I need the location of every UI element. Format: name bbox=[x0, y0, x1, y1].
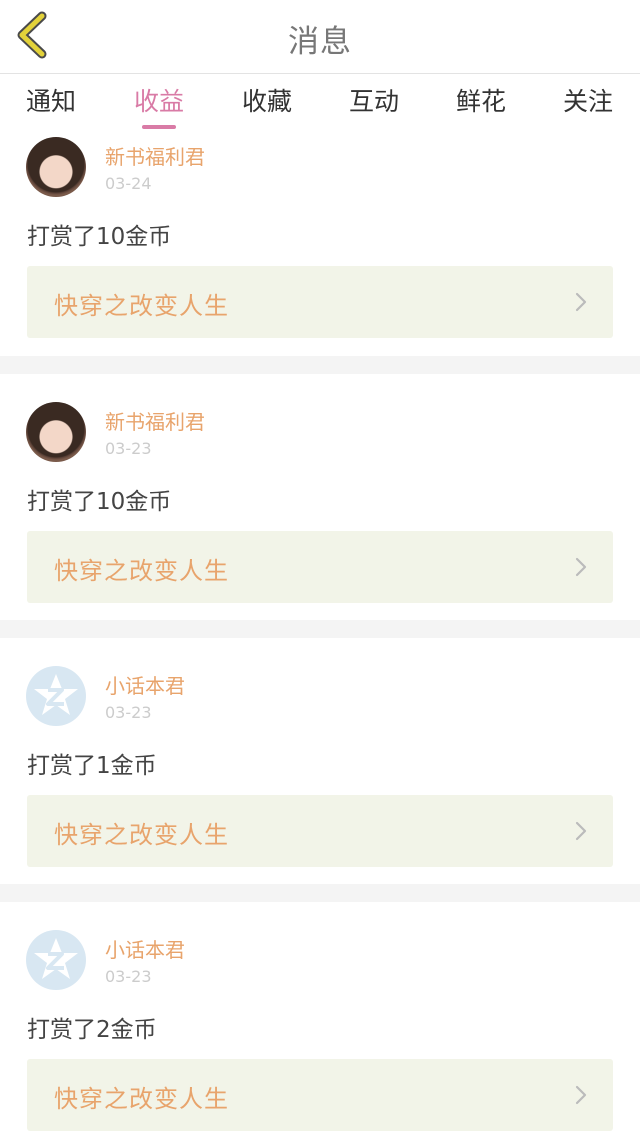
reward-text: 打赏了10金币 bbox=[27, 224, 172, 250]
chevron-right-icon bbox=[575, 821, 587, 841]
user-name[interactable]: 新书福利君 bbox=[105, 406, 205, 435]
book-title: 快穿之改变人生 bbox=[54, 821, 229, 849]
message-list: 新书福利君 03-24 打赏了10金币 快穿之改变人生 新书福利君 03-23 … bbox=[0, 131, 640, 1131]
message-date: 03-23 bbox=[105, 967, 152, 986]
tab-flowers[interactable]: 鲜花 bbox=[456, 85, 506, 119]
divider bbox=[0, 620, 640, 638]
tab-label: 通知 bbox=[26, 87, 77, 116]
divider bbox=[0, 884, 640, 902]
book-link[interactable]: 快穿之改变人生 bbox=[27, 795, 613, 867]
tab-bar: 通知 收益 收藏 互动 鲜花 关注 bbox=[0, 75, 640, 131]
book-link[interactable]: 快穿之改变人生 bbox=[27, 266, 613, 338]
tab-label: 互动 bbox=[349, 87, 400, 116]
tab-earnings[interactable]: 收益 bbox=[134, 85, 185, 129]
avatar[interactable] bbox=[26, 402, 86, 462]
user-name[interactable]: 新书福利君 bbox=[105, 141, 205, 170]
tab-favorites[interactable]: 收藏 bbox=[242, 85, 292, 119]
avatar[interactable] bbox=[26, 666, 86, 726]
chevron-right-icon bbox=[575, 292, 587, 312]
reward-text: 打赏了1金币 bbox=[27, 753, 157, 779]
book-title: 快穿之改变人生 bbox=[54, 292, 229, 320]
chevron-right-icon bbox=[575, 557, 587, 577]
message-item: 小话本君 03-23 打赏了2金币 快穿之改变人生 bbox=[0, 902, 640, 1131]
message-item: 新书福利君 03-24 打赏了10金币 快穿之改变人生 bbox=[0, 131, 640, 356]
message-date: 03-23 bbox=[105, 703, 152, 722]
reward-text: 打赏了10金币 bbox=[27, 489, 172, 515]
user-name[interactable]: 小话本君 bbox=[105, 670, 185, 699]
chevron-right-icon bbox=[575, 1085, 587, 1105]
tab-label: 关注 bbox=[563, 87, 614, 116]
book-link[interactable]: 快穿之改变人生 bbox=[27, 1059, 613, 1131]
active-tab-indicator bbox=[142, 125, 176, 129]
message-item: 小话本君 03-23 打赏了1金币 快穿之改变人生 bbox=[0, 638, 640, 884]
message-item: 新书福利君 03-23 打赏了10金币 快穿之改变人生 bbox=[0, 374, 640, 620]
tab-label: 收藏 bbox=[242, 87, 293, 116]
message-date: 03-23 bbox=[105, 439, 152, 458]
tab-interactions[interactable]: 互动 bbox=[349, 85, 399, 119]
book-link[interactable]: 快穿之改变人生 bbox=[27, 531, 613, 603]
tab-label: 鲜花 bbox=[456, 87, 507, 116]
avatar[interactable] bbox=[26, 930, 86, 990]
book-title: 快穿之改变人生 bbox=[54, 1085, 229, 1113]
reward-text: 打赏了2金币 bbox=[27, 1017, 157, 1043]
tab-follows[interactable]: 关注 bbox=[563, 85, 613, 119]
book-title: 快穿之改变人生 bbox=[54, 557, 229, 585]
default-avatar-icon bbox=[34, 938, 78, 979]
page-title: 消息 bbox=[288, 24, 352, 60]
default-avatar-icon bbox=[34, 674, 78, 715]
top-bar: 消息 bbox=[0, 0, 640, 74]
user-name[interactable]: 小话本君 bbox=[105, 934, 185, 963]
tab-label: 收益 bbox=[134, 87, 185, 116]
divider bbox=[0, 356, 640, 374]
message-date: 03-24 bbox=[105, 174, 152, 193]
tab-notifications[interactable]: 通知 bbox=[26, 85, 76, 119]
avatar[interactable] bbox=[26, 137, 86, 197]
